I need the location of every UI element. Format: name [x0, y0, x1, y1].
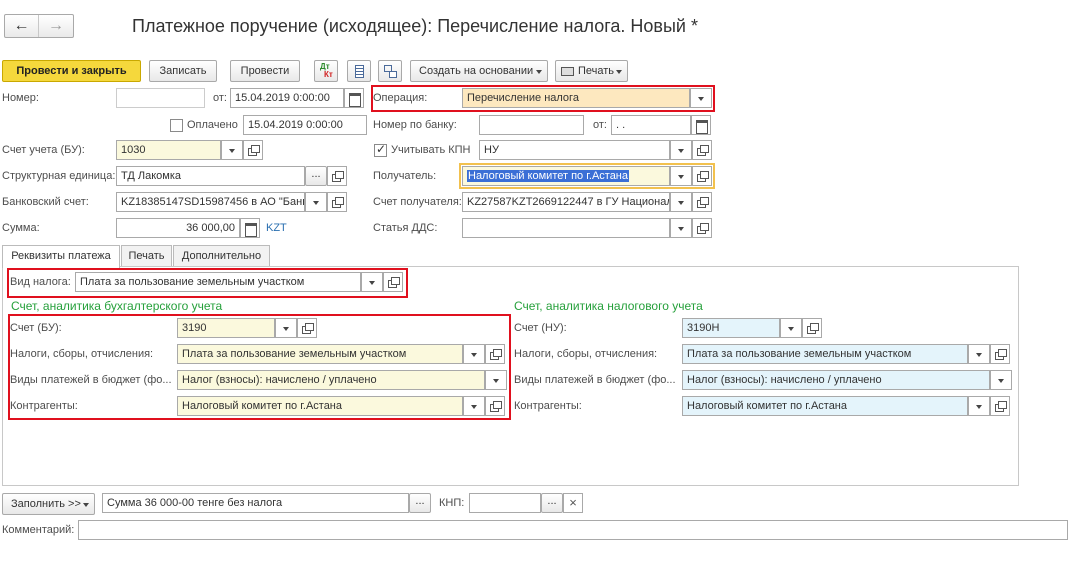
paid-label: Оплачено [187, 119, 238, 131]
bu-section-highlight [8, 314, 511, 420]
date-field[interactable]: 15.04.2019 0:00:00 [230, 88, 344, 108]
recipient-label: Получатель: [373, 170, 437, 182]
nu-contractors-field[interactable]: Налоговый комитет по г.Астана [682, 396, 968, 416]
bank-date-field[interactable]: . . [611, 115, 691, 135]
chevron-down-icon [536, 70, 542, 74]
recipient-account-dropdown[interactable] [670, 192, 692, 212]
sum-field[interactable]: 36 000,00 [116, 218, 240, 238]
nu-taxes-label: Налоги, сборы, отчисления: [514, 348, 658, 360]
open-icon[interactable] [802, 318, 822, 338]
knp-select-button[interactable]: ... [541, 493, 563, 513]
nu-payments-label: Виды платежей в бюджет (фо... [514, 374, 676, 386]
list-icon[interactable] [347, 60, 371, 82]
save-button[interactable]: Записать [149, 60, 217, 82]
post-and-close-button[interactable]: Провести и закрыть [2, 60, 141, 82]
nu-contractors-label: Контрагенты: [514, 400, 582, 412]
from-label: от: [213, 92, 227, 104]
calendar-icon[interactable] [691, 115, 711, 135]
open-icon[interactable] [327, 192, 347, 212]
printer-icon [561, 67, 574, 76]
comment-label: Комментарий: [2, 524, 75, 536]
nu-heading: Счет, аналитика налогового учета [514, 299, 703, 313]
nu-contractors-dropdown[interactable] [968, 396, 990, 416]
knp-label: КНП: [439, 497, 465, 509]
bank-account-dropdown[interactable] [305, 192, 327, 212]
account-dropdown[interactable] [221, 140, 243, 160]
bank-number-label: Номер по банку: [373, 119, 457, 131]
print-button[interactable]: Печать [555, 60, 628, 82]
number-field[interactable] [116, 88, 205, 108]
open-icon[interactable] [243, 140, 263, 160]
create-based-on-button[interactable]: Создать на основании [410, 60, 548, 82]
nu-account-dropdown[interactable] [780, 318, 802, 338]
tab-print[interactable]: Печать [121, 245, 172, 267]
tab-panel: Вид налога: Плата за пользование земельн… [2, 266, 1019, 486]
unit-label: Структурная единица: [2, 170, 116, 182]
open-icon[interactable] [327, 166, 347, 186]
comment-field[interactable] [78, 520, 1068, 540]
number-label: Номер: [2, 92, 39, 104]
dt-kt-icon[interactable]: Дт Кт [314, 60, 338, 82]
structure-icon[interactable] [378, 60, 402, 82]
operation-highlight [371, 85, 715, 112]
recipient-account-field[interactable]: KZ27587KZT2669122447 в ГУ Национал [462, 192, 670, 212]
paid-date-field[interactable]: 15.04.2019 0:00:00 [243, 115, 367, 135]
bank-account-field[interactable]: KZ18385147SD15987456 в АО "Банк [116, 192, 305, 212]
post-button[interactable]: Провести [230, 60, 300, 82]
tax-kind-highlight [7, 268, 408, 298]
open-icon[interactable] [692, 218, 712, 238]
dds-field[interactable] [462, 218, 670, 238]
nu-taxes-dropdown[interactable] [968, 344, 990, 364]
sum-label: Сумма: [2, 222, 40, 234]
nav-group: ← → [4, 14, 74, 38]
open-icon[interactable] [692, 140, 712, 160]
dds-dropdown[interactable] [670, 218, 692, 238]
account-field[interactable]: 1030 [116, 140, 221, 160]
back-arrow-icon[interactable]: ← [5, 15, 39, 37]
nu-payments-dropdown[interactable] [990, 370, 1012, 390]
window-title: Платежное поручение (исходящее): Перечис… [132, 16, 698, 36]
bu-heading: Счет, аналитика бухгалтерского учета [11, 299, 223, 313]
recipient-account-label: Счет получателя: [373, 196, 462, 208]
fill-button[interactable]: Заполнить >> [2, 493, 95, 515]
knp-field[interactable] [469, 493, 541, 513]
bank-number-field[interactable] [479, 115, 584, 135]
currency-link[interactable]: KZT [266, 218, 287, 238]
unit-select-button[interactable]: ... [305, 166, 327, 186]
nu-taxes-field[interactable]: Плата за пользование земельным участком [682, 344, 968, 364]
open-icon[interactable] [990, 344, 1010, 364]
payment-purpose-field[interactable]: Сумма 36 000-00 тенге без налога [102, 493, 409, 513]
chevron-down-icon [83, 503, 89, 507]
dds-label: Статья ДДС: [373, 222, 438, 234]
calculator-icon[interactable] [240, 218, 260, 238]
nu-payments-field[interactable]: Налог (взносы): начислено / уплачено [682, 370, 990, 390]
account-label: Счет учета (БУ): [2, 144, 85, 156]
nu-account-label: Счет (НУ): [514, 322, 567, 334]
kpn-checkbox[interactable] [374, 142, 387, 157]
paid-checkbox[interactable] [170, 119, 183, 132]
kpn-field[interactable]: НУ [479, 140, 670, 160]
bank-from-label: от: [593, 119, 607, 131]
kpn-dropdown[interactable] [670, 140, 692, 160]
kpn-label: Учитывать КПН [391, 144, 471, 156]
tab-additional[interactable]: Дополнительно [173, 245, 270, 267]
bank-account-label: Банковский счет: [2, 196, 89, 208]
clear-icon[interactable]: × [563, 493, 583, 513]
nu-account-field[interactable]: 3190Н [682, 318, 780, 338]
calendar-icon[interactable] [344, 88, 364, 108]
open-icon[interactable] [990, 396, 1010, 416]
unit-field[interactable]: ТД Лакомка [116, 166, 305, 186]
recipient-focus-outline [459, 163, 715, 189]
purpose-select-button[interactable]: ... [409, 493, 431, 513]
tab-payment-details[interactable]: Реквизиты платежа [2, 245, 120, 268]
forward-arrow-icon[interactable]: → [39, 15, 73, 37]
chevron-down-icon [616, 70, 622, 74]
open-icon[interactable] [692, 192, 712, 212]
